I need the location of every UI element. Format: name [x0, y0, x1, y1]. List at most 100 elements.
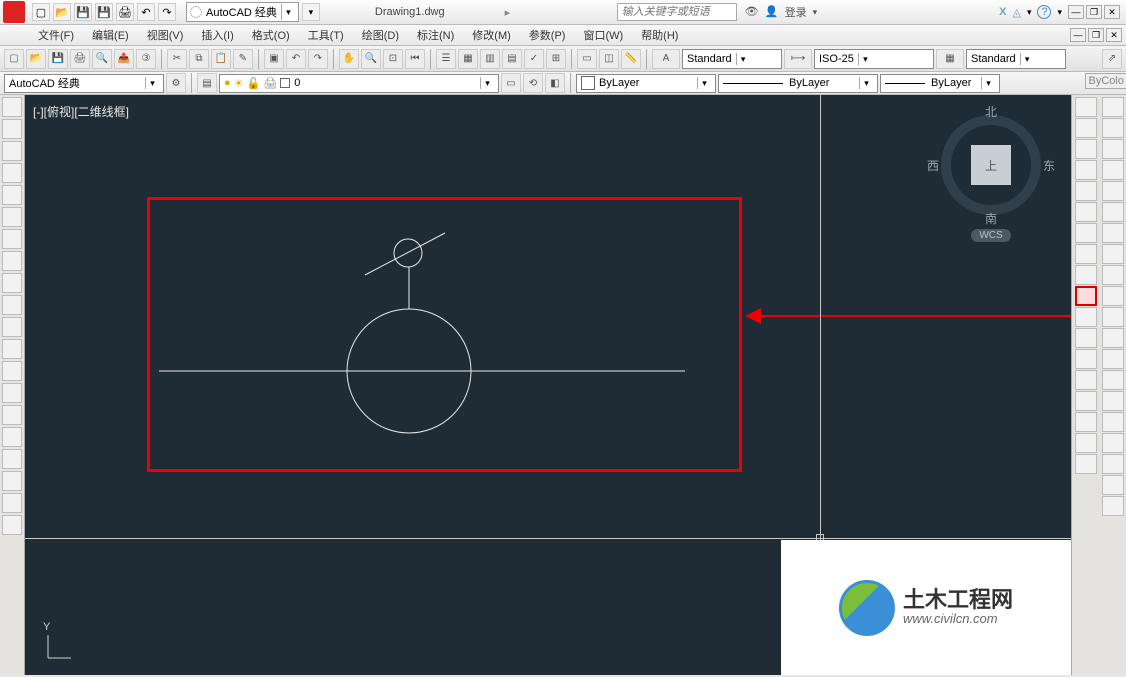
polyline-tool-icon[interactable] — [2, 141, 22, 161]
save-doc-icon[interactable]: 💾 — [48, 49, 68, 69]
point-tool-icon[interactable] — [2, 383, 22, 403]
undo2-icon[interactable]: ↶ — [286, 49, 306, 69]
explode-icon[interactable] — [1075, 454, 1097, 474]
break-point-icon[interactable] — [1075, 328, 1097, 348]
dim-arc-icon[interactable] — [1102, 139, 1124, 159]
tablestyle-dropdown[interactable]: Standard — [966, 49, 1066, 69]
menu-format[interactable]: 格式(O) — [244, 25, 298, 45]
rotate-icon[interactable] — [1075, 223, 1097, 243]
menu-help[interactable]: 帮助(H) — [633, 25, 686, 45]
publish-icon[interactable]: 📤 — [114, 49, 134, 69]
infocenter-icon[interactable]: 👁 — [745, 5, 759, 19]
viewcube[interactable]: 上 北 南 东 西 WCS — [931, 105, 1051, 265]
save-icon[interactable]: 💾 — [74, 3, 92, 21]
jogline-icon[interactable] — [1102, 433, 1124, 453]
chevron-down-icon[interactable] — [145, 77, 159, 89]
redo-icon[interactable]: ↷ — [158, 3, 176, 21]
lineweight-combo[interactable]: ByLayer — [880, 74, 1000, 93]
drawing-canvas[interactable]: [-][俯视][二维线框] 上 北 南 东 — [25, 95, 1071, 675]
dim-aligned-icon[interactable] — [1102, 118, 1124, 138]
erase-icon[interactable] — [1075, 97, 1097, 117]
autocad-logo-icon[interactable] — [3, 1, 25, 23]
select-icon[interactable]: ▭ — [577, 49, 597, 69]
new-icon[interactable]: ▢ — [32, 3, 50, 21]
open-doc-icon[interactable]: 📂 — [26, 49, 46, 69]
dim-angular-icon[interactable] — [1102, 244, 1124, 264]
dimstyle-dropdown[interactable]: ISO-25 — [814, 49, 934, 69]
circle-tool-icon[interactable] — [2, 229, 22, 249]
doc-minimize-button[interactable]: — — [1070, 28, 1086, 42]
dim-baseline-icon[interactable] — [1102, 286, 1124, 306]
measure-icon[interactable]: 📏 — [621, 49, 641, 69]
menu-edit[interactable]: 编辑(E) — [84, 25, 137, 45]
spline-tool-icon[interactable] — [2, 273, 22, 293]
dimedit-icon[interactable] — [1102, 454, 1124, 474]
array-icon[interactable] — [1075, 181, 1097, 201]
insert-block-icon[interactable] — [2, 339, 22, 359]
help-chevron-down-icon[interactable] — [1057, 6, 1062, 18]
hatch-tool-icon[interactable] — [2, 405, 22, 425]
ws-settings-icon[interactable]: ⚙ — [166, 73, 186, 93]
menu-modify[interactable]: 修改(M) — [464, 25, 519, 45]
dim-quick-icon[interactable] — [1102, 265, 1124, 285]
layerprev-icon[interactable]: ⟲ — [523, 73, 543, 93]
textstyle-dropdown[interactable]: Standard — [682, 49, 782, 69]
3ddwf-icon[interactable]: ③ — [136, 49, 156, 69]
chevron-down-icon[interactable] — [858, 53, 872, 65]
zoom-prev-icon[interactable]: ⏮ — [405, 49, 425, 69]
search-input[interactable] — [617, 3, 737, 21]
layeriso-icon[interactable]: ◧ — [545, 73, 565, 93]
signin-icon[interactable]: 👤 — [765, 5, 779, 19]
dim-space-icon[interactable] — [1102, 328, 1124, 348]
color-combo[interactable]: ByLayer — [576, 74, 716, 93]
copy-icon[interactable]: ⧉ — [189, 49, 209, 69]
ellipse-tool-icon[interactable] — [2, 295, 22, 315]
chevron-down-icon[interactable] — [697, 77, 711, 89]
line-tool-icon[interactable] — [2, 97, 22, 117]
compass-south[interactable]: 南 — [985, 210, 997, 227]
tablestyle-icon[interactable]: ▦ — [936, 49, 964, 69]
cut-icon[interactable]: ✂ — [167, 49, 187, 69]
mirror-icon[interactable] — [1075, 139, 1097, 159]
doc-close-button[interactable]: ✕ — [1106, 28, 1122, 42]
copy2-icon[interactable] — [1075, 118, 1097, 138]
dim-break-icon[interactable] — [1102, 349, 1124, 369]
minimize-button[interactable]: — — [1068, 5, 1084, 19]
menu-parametric[interactable]: 参数(P) — [521, 25, 574, 45]
fillet-icon[interactable] — [1075, 412, 1097, 432]
multileader-icon[interactable]: ⇗ — [1102, 49, 1122, 69]
region-tool-icon[interactable] — [2, 449, 22, 469]
properties-icon[interactable]: ☰ — [436, 49, 456, 69]
centermark-icon[interactable] — [1102, 391, 1124, 411]
workspace-dropdown[interactable]: AutoCAD 经典 — [186, 2, 299, 22]
plot2-icon[interactable]: 🖨 — [70, 49, 90, 69]
chevron-down-icon[interactable] — [736, 53, 750, 65]
redo2-icon[interactable]: ↷ — [308, 49, 328, 69]
compass-north[interactable]: 北 — [985, 103, 997, 120]
zoom-realtime-icon[interactable]: 🔍 — [361, 49, 381, 69]
mtext-tool-icon[interactable] — [2, 493, 22, 513]
a360-chevron-down-icon[interactable] — [1027, 6, 1032, 18]
qat-more-icon[interactable] — [302, 3, 320, 21]
make-block-icon[interactable] — [2, 361, 22, 381]
dim-continue-icon[interactable] — [1102, 307, 1124, 327]
login-label[interactable]: 登录 — [785, 4, 807, 20]
scale-icon[interactable] — [1075, 244, 1097, 264]
polygon-tool-icon[interactable] — [2, 163, 22, 183]
tolerance-icon[interactable] — [1102, 370, 1124, 390]
viewcube-top-face[interactable]: 上 — [971, 145, 1011, 185]
compass-west[interactable]: 西 — [927, 157, 939, 174]
dim-jogged-icon[interactable] — [1102, 202, 1124, 222]
ellipse-arc-icon[interactable] — [2, 317, 22, 337]
menu-insert[interactable]: 插入(I) — [193, 25, 241, 45]
markup-icon[interactable]: ✓ — [524, 49, 544, 69]
quickcalc-icon[interactable]: ⊞ — [546, 49, 566, 69]
join-icon[interactable] — [1075, 370, 1097, 390]
toolpalette-icon[interactable]: ▥ — [480, 49, 500, 69]
dim-radius-icon[interactable] — [1102, 181, 1124, 201]
dimtedit-icon[interactable] — [1102, 475, 1124, 495]
break-icon[interactable] — [1075, 349, 1097, 369]
menu-view[interactable]: 视图(V) — [139, 25, 192, 45]
blockeditor-icon[interactable]: ▣ — [264, 49, 284, 69]
preview-icon[interactable]: 🔍 — [92, 49, 112, 69]
